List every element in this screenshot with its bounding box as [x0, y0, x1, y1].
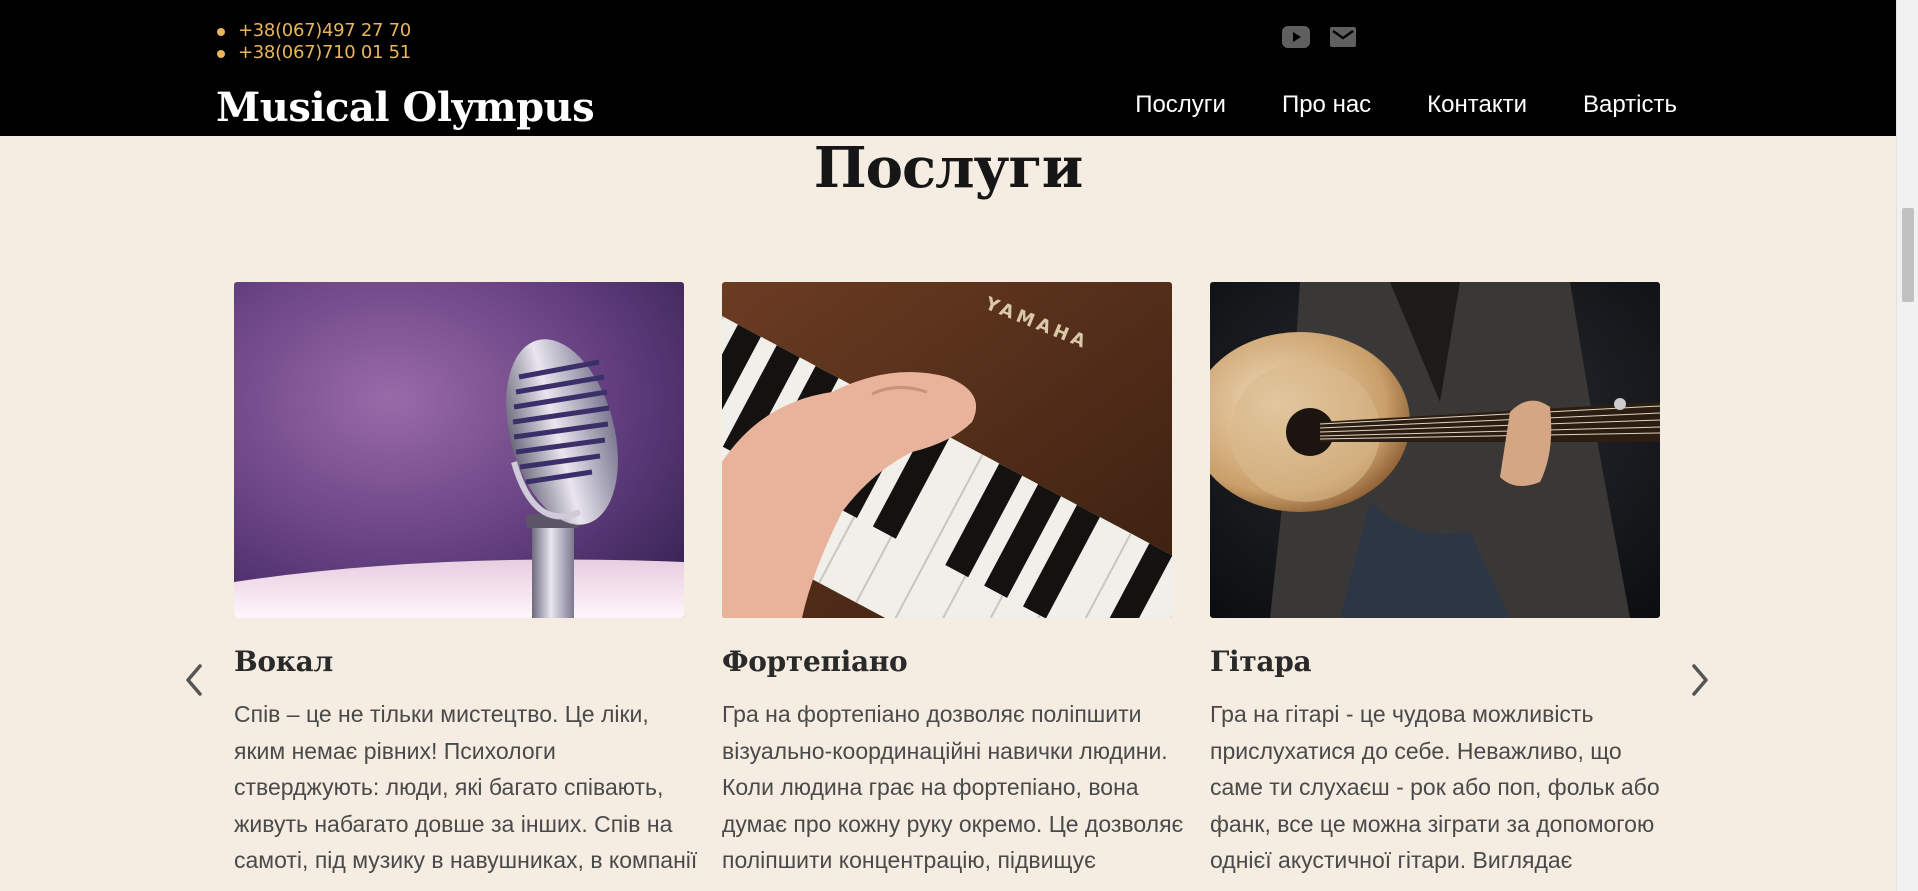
- social-links: [1282, 26, 1356, 53]
- service-description: Гра на гітарі - це чудова можливість при…: [1210, 701, 1660, 873]
- section-title: Послуги: [813, 135, 1084, 201]
- site-header: +38(067)497 27 70 +38(067)710 01 51 Musi…: [0, 0, 1896, 136]
- scrollbar-thumb[interactable]: [1902, 208, 1914, 302]
- service-card-vocal[interactable]: Вокал Спів – це не тільки мистецтво. Це …: [234, 282, 697, 879]
- nav-item-contacts[interactable]: Контакти: [1427, 88, 1527, 122]
- service-title: Вокал: [234, 645, 333, 678]
- site-logo[interactable]: Musical Olympus: [216, 84, 595, 132]
- youtube-icon[interactable]: [1282, 26, 1310, 53]
- service-title: Гітара: [1210, 645, 1312, 678]
- email-icon[interactable]: [1330, 27, 1356, 52]
- phone-list: +38(067)497 27 70 +38(067)710 01 51: [216, 20, 411, 64]
- service-card-piano[interactable]: YAMAHA Фортепіано Гра на фортепіано дозв…: [722, 282, 1183, 879]
- microphone-image: [234, 282, 684, 618]
- service-description: Гра на фортепіано дозволяє поліпшити віз…: [722, 701, 1184, 873]
- service-card-guitar[interactable]: Гітара Гра на гітарі - це чудова можливі…: [1210, 282, 1660, 879]
- guitar-image: [1210, 282, 1660, 618]
- main-nav: Послуги Про нас Контакти Вартість: [1135, 88, 1677, 122]
- nav-item-prices[interactable]: Вартість: [1583, 88, 1677, 122]
- service-description: Спів – це не тільки мистецтво. Це ліки, …: [234, 701, 698, 873]
- phone-number[interactable]: +38(067)710 01 51: [216, 42, 411, 64]
- service-title: Фортепіано: [722, 645, 908, 678]
- chevron-right-icon[interactable]: [1684, 660, 1714, 700]
- chevron-left-icon[interactable]: [180, 660, 210, 700]
- piano-image: YAMAHA: [722, 282, 1172, 618]
- nav-item-services[interactable]: Послуги: [1135, 88, 1226, 122]
- page-scrollbar[interactable]: [1896, 0, 1918, 891]
- nav-item-about[interactable]: Про нас: [1282, 88, 1371, 122]
- phone-number[interactable]: +38(067)497 27 70: [216, 20, 411, 42]
